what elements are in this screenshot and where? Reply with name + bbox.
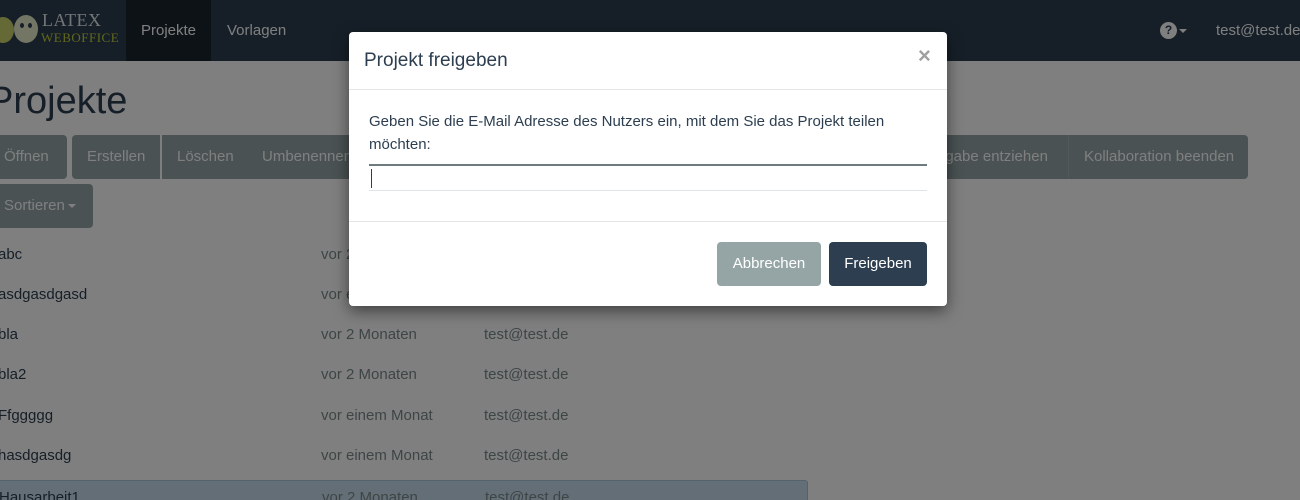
close-icon[interactable]: × <box>918 45 931 67</box>
share-button[interactable]: Freigeben <box>829 242 927 286</box>
modal-instruction: Geben Sie die E-Mail Adresse des Nutzers… <box>369 113 885 153</box>
modal-header: Projekt freigeben × <box>349 32 947 90</box>
text-cursor <box>371 169 372 188</box>
email-field[interactable] <box>369 164 927 191</box>
share-project-dialog: Projekt freigeben × Geben Sie die E-Mail… <box>349 32 947 306</box>
modal-divider <box>349 221 947 222</box>
modal-title: Projekt freigeben <box>364 50 508 71</box>
cancel-button[interactable]: Abbrechen <box>717 242 821 286</box>
